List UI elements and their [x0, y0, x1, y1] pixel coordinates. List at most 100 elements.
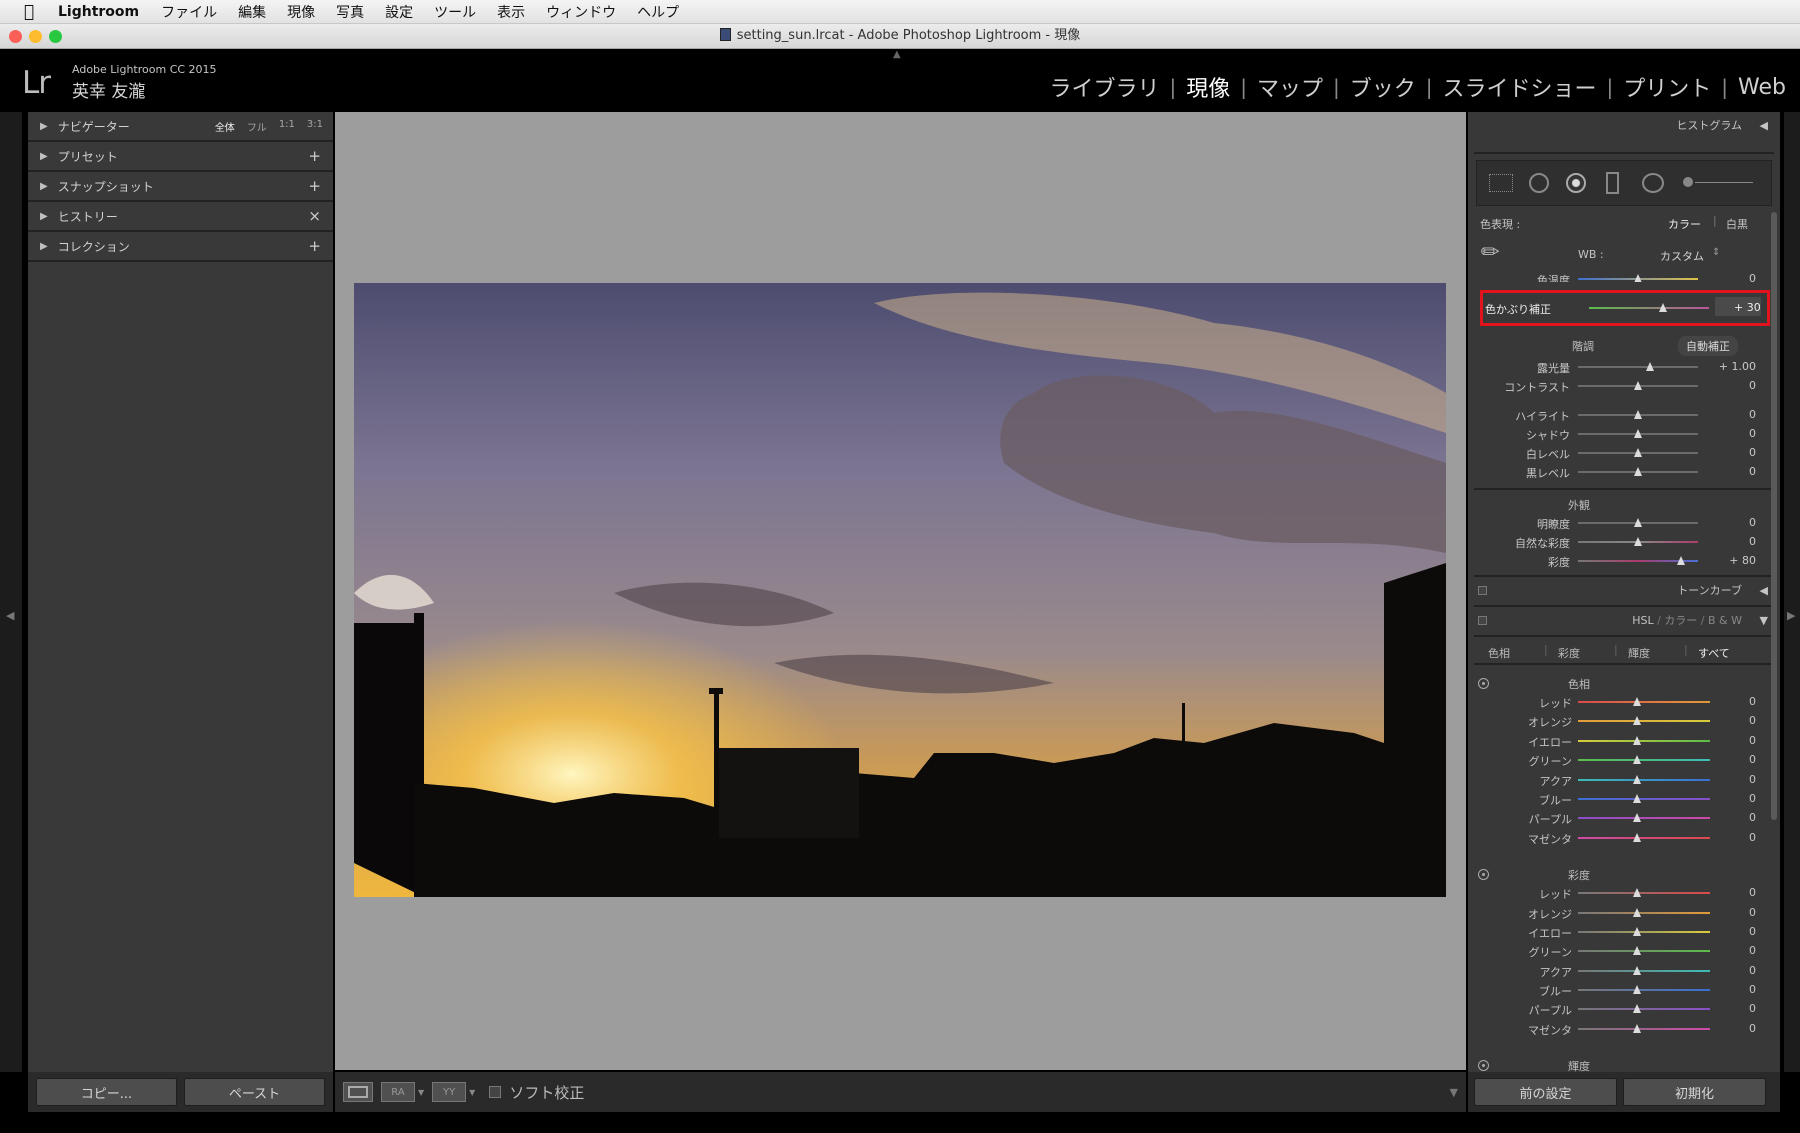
hue-3-track[interactable]: [1578, 759, 1710, 762]
navigator-header[interactable]: ▶ ナビゲーター 全体 フル 1:1 3:1: [28, 112, 333, 142]
basic-0-track[interactable]: [1578, 366, 1698, 368]
module-slideshow[interactable]: スライドショー: [1443, 71, 1597, 103]
hue-1-value[interactable]: 0: [1749, 714, 1756, 727]
sat-0-slider-row[interactable]: レッド 0: [1468, 884, 1780, 903]
reset-button[interactable]: 初期化: [1623, 1078, 1766, 1106]
basic-0-knob[interactable]: [1646, 362, 1654, 371]
apple-icon[interactable]: : [0, 2, 58, 22]
hue-6-slider-row[interactable]: パープル 0: [1468, 809, 1780, 828]
target-adjust-icon[interactable]: [1478, 1060, 1489, 1072]
left-panel-arrow-icon[interactable]: ◀: [6, 609, 14, 622]
bw-tab[interactable]: B & W: [1708, 614, 1742, 627]
menu-window[interactable]: ウィンドウ: [546, 2, 616, 22]
wb-dropdown-icon[interactable]: ⇕: [1712, 247, 1720, 258]
hue-7-knob[interactable]: [1633, 832, 1642, 842]
expand-triangle-icon[interactable]: ▶: [40, 241, 48, 252]
paste-settings-button[interactable]: ペースト: [184, 1078, 325, 1106]
hue-0-slider-row[interactable]: レッド 0: [1468, 693, 1780, 712]
sat-5-knob[interactable]: [1633, 985, 1642, 995]
red-eye-icon[interactable]: [1566, 173, 1586, 193]
temp-slider-row[interactable]: 色温度 0: [1468, 270, 1780, 282]
softproof-checkbox[interactable]: [489, 1086, 502, 1098]
module-library[interactable]: ライブラリ: [1049, 71, 1159, 103]
hue-5-knob[interactable]: [1633, 793, 1642, 803]
tone-0-slider-row[interactable]: ハイライト 0: [1468, 406, 1780, 425]
hue-7-track[interactable]: [1578, 836, 1710, 839]
target-adjust-icon[interactable]: [1478, 869, 1489, 881]
hsl-tab-all[interactable]: すべて: [1698, 645, 1730, 661]
tone-0-knob[interactable]: [1634, 410, 1642, 419]
presence-0-knob[interactable]: [1634, 518, 1642, 527]
temp-knob[interactable]: [1634, 274, 1642, 282]
module-book[interactable]: ブック: [1350, 71, 1416, 103]
menu-file[interactable]: ファイル: [161, 2, 217, 22]
sat-7-slider-row[interactable]: マゼンタ 0: [1468, 1020, 1780, 1039]
expand-triangle-icon[interactable]: ▶: [40, 181, 48, 192]
expand-triangle-icon[interactable]: ▶: [40, 211, 48, 222]
menu-tools[interactable]: ツール: [434, 2, 476, 22]
module-develop[interactable]: 現像: [1186, 71, 1230, 103]
hue-5-value[interactable]: 0: [1749, 792, 1756, 805]
toggle-header-arrow-icon[interactable]: ▲: [893, 49, 901, 60]
presets-header[interactable]: ▶ プリセット +: [28, 142, 333, 172]
sat-6-slider-row[interactable]: パープル 0: [1468, 1000, 1780, 1019]
zoom-3-1[interactable]: 3:1: [307, 119, 323, 134]
presence-0-slider-row[interactable]: 明瞭度 0: [1468, 514, 1780, 533]
hue-4-slider-row[interactable]: アクア 0: [1468, 771, 1780, 790]
hue-5-slider-row[interactable]: ブルー 0: [1468, 790, 1780, 809]
sat-0-knob[interactable]: [1633, 888, 1642, 898]
treatment-color-button[interactable]: カラー: [1668, 216, 1701, 232]
sat-1-value[interactable]: 0: [1749, 906, 1756, 919]
menu-develop[interactable]: 現像: [287, 2, 315, 22]
hue-2-track[interactable]: [1578, 739, 1710, 742]
wb-select[interactable]: カスタム: [1660, 248, 1704, 264]
history-header[interactable]: ▶ ヒストリー ×: [28, 202, 333, 232]
add-collection-button[interactable]: +: [308, 237, 321, 255]
sat-1-track[interactable]: [1578, 911, 1710, 914]
hue-4-value[interactable]: 0: [1749, 773, 1756, 786]
hue-6-value[interactable]: 0: [1749, 811, 1756, 824]
collapse-left-icon[interactable]: ◀: [1760, 112, 1768, 140]
before-after-lr-button[interactable]: RA: [381, 1082, 415, 1102]
expand-down-icon[interactable]: ▼: [1760, 607, 1768, 635]
sat-7-knob[interactable]: [1633, 1023, 1642, 1033]
presence-2-value[interactable]: + 80: [1729, 554, 1756, 567]
tone-curve-header[interactable]: トーンカーブ ◀: [1468, 577, 1780, 605]
sat-4-track[interactable]: [1578, 969, 1710, 972]
tone-2-slider-row[interactable]: 白レベル 0: [1468, 444, 1780, 463]
color-tab[interactable]: カラー: [1664, 614, 1697, 627]
collections-header[interactable]: ▶ コレクション +: [28, 232, 333, 262]
sat-7-value[interactable]: 0: [1749, 1022, 1756, 1035]
zoom-fit[interactable]: 全体: [215, 119, 235, 134]
sat-2-knob[interactable]: [1633, 926, 1642, 936]
hue-0-knob[interactable]: [1633, 697, 1642, 706]
presence-1-slider-row[interactable]: 自然な彩度 0: [1468, 533, 1780, 552]
sat-0-value[interactable]: 0: [1749, 886, 1756, 899]
hue-6-knob[interactable]: [1633, 813, 1642, 823]
sat-5-track[interactable]: [1578, 989, 1710, 992]
spot-removal-icon[interactable]: [1529, 173, 1549, 193]
radial-filter-icon[interactable]: [1642, 173, 1664, 193]
hue-3-slider-row[interactable]: グリーン 0: [1468, 751, 1780, 770]
sat-2-slider-row[interactable]: イエロー 0: [1468, 923, 1780, 942]
expand-triangle-icon[interactable]: ▶: [40, 151, 48, 162]
hue-2-value[interactable]: 0: [1749, 734, 1756, 747]
crop-overlay-icon[interactable]: [1489, 174, 1513, 192]
expand-triangle-icon[interactable]: ▶: [40, 121, 48, 132]
presence-2-slider-row[interactable]: 彩度 + 80: [1468, 552, 1780, 571]
hue-4-track[interactable]: [1578, 778, 1710, 781]
sat-3-value[interactable]: 0: [1749, 944, 1756, 957]
add-snapshot-button[interactable]: +: [308, 177, 321, 195]
module-map[interactable]: マップ: [1257, 71, 1323, 103]
graduated-filter-icon[interactable]: [1606, 172, 1619, 194]
tone-0-value[interactable]: 0: [1749, 408, 1756, 421]
loupe-view-button[interactable]: [343, 1082, 373, 1102]
treatment-bw-button[interactable]: 白黒: [1726, 216, 1748, 232]
basic-1-slider-row[interactable]: コントラスト 0: [1468, 377, 1780, 396]
sat-5-slider-row[interactable]: ブルー 0: [1468, 981, 1780, 1000]
menu-view[interactable]: 表示: [497, 2, 525, 22]
sat-6-value[interactable]: 0: [1749, 1002, 1756, 1015]
adjustment-brush-icon[interactable]: [1683, 177, 1693, 187]
hue-1-knob[interactable]: [1633, 716, 1642, 726]
basic-0-value[interactable]: + 1.00: [1719, 360, 1756, 373]
